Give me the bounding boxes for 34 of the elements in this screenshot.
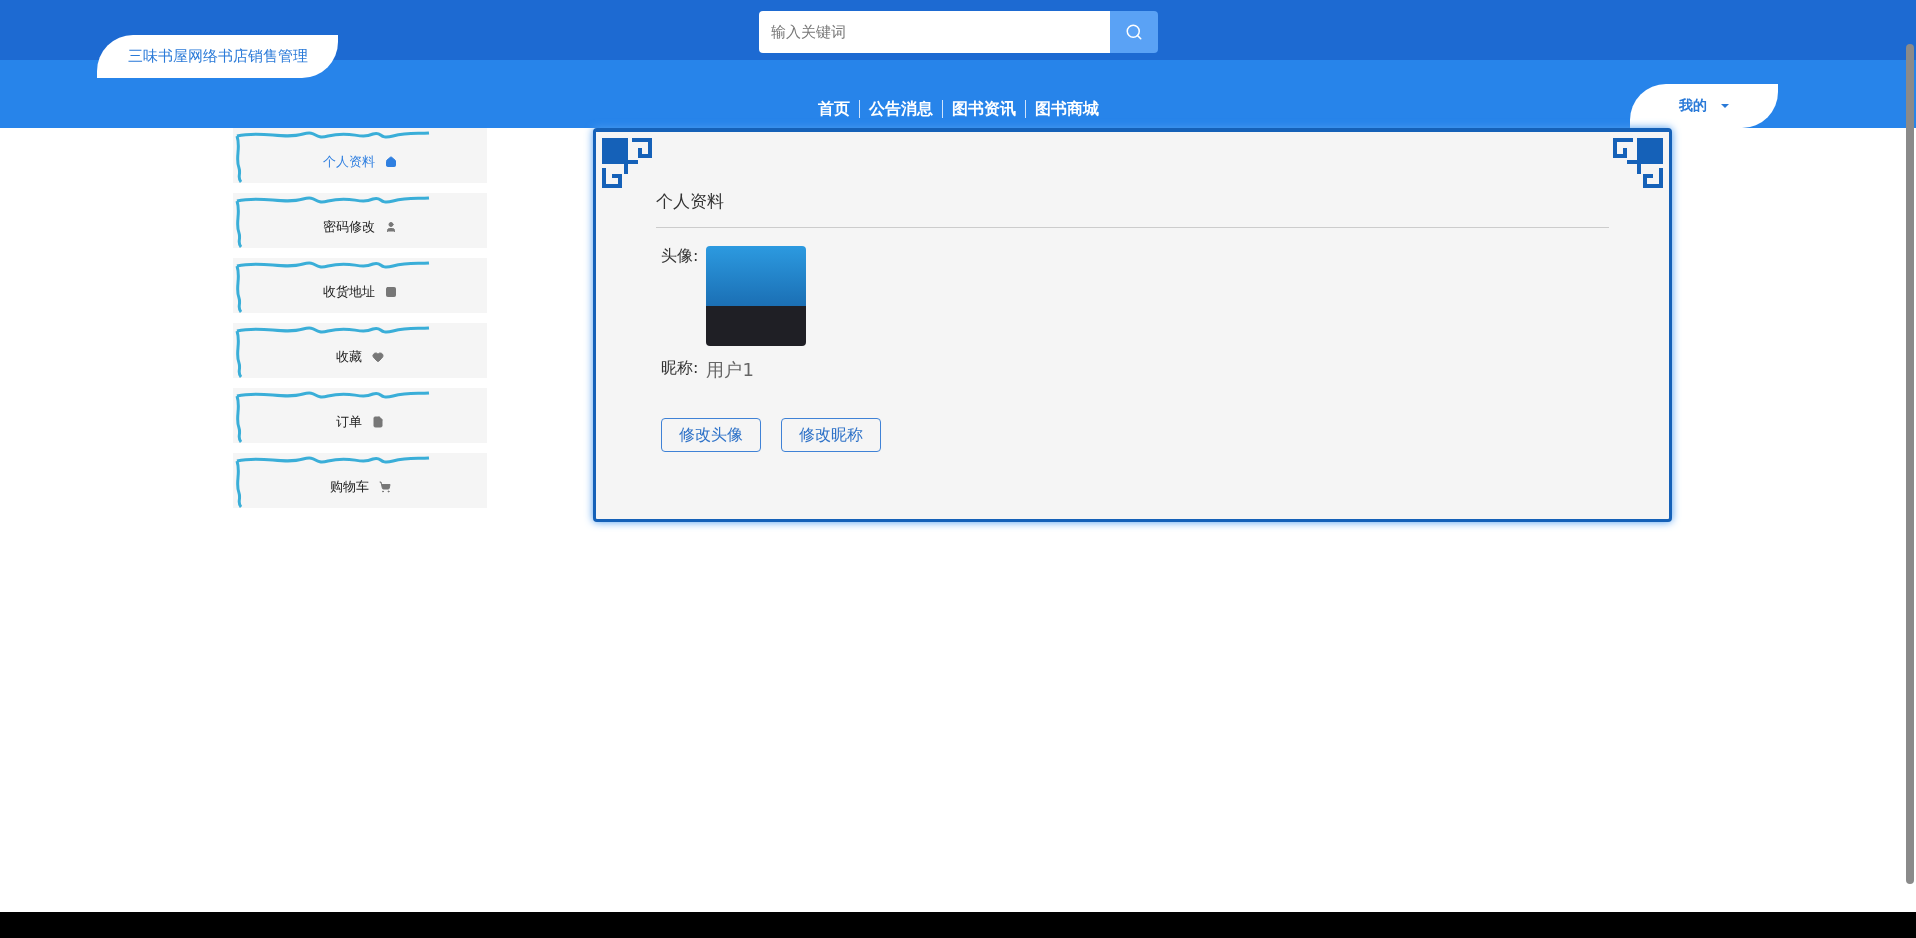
cart-icon	[378, 480, 391, 493]
search-field[interactable]: 输入关键词	[758, 11, 1110, 53]
sidebar-label: 收货地址	[323, 282, 375, 301]
home-icon	[385, 155, 397, 168]
site-title: 三味书屋网络书店销售管理	[97, 35, 338, 78]
nickname-label: 昵称:	[661, 358, 699, 379]
sidebar-item[interactable]: 个人资料	[233, 128, 487, 183]
nickname-value: 用户1	[706, 358, 754, 382]
edit-button[interactable]: 修改昵称	[781, 418, 881, 452]
nav-link[interactable]: 公告消息	[858, 100, 942, 118]
sidebar-label: 密码修改	[323, 217, 375, 236]
sidebar-item[interactable]: 收货地址	[233, 258, 487, 313]
search-button[interactable]	[1109, 11, 1158, 53]
user-menu-button[interactable]: 我的	[1630, 84, 1778, 128]
nav-link[interactable]: 图书商城	[1024, 100, 1108, 118]
nav-link[interactable]: 首页	[808, 100, 859, 118]
sidebar-item[interactable]: 收藏	[233, 323, 487, 378]
sidebar-label: 收藏	[336, 347, 362, 366]
person-icon	[385, 220, 397, 233]
sidebar-item[interactable]: 购物车	[233, 453, 487, 508]
sidebar-label: 购物车	[329, 477, 369, 496]
nav-link[interactable]: 图书资讯	[941, 100, 1025, 118]
heart-icon	[372, 350, 384, 363]
sidebar-label: 订单	[336, 412, 362, 431]
sidebar-item[interactable]: 密码修改	[233, 193, 487, 248]
search-icon	[1124, 23, 1143, 41]
edit-button[interactable]: 修改头像	[661, 418, 761, 452]
caret-icon	[1721, 104, 1729, 108]
sidebar-label: 个人资料	[323, 152, 375, 171]
scrollbar[interactable]	[1906, 44, 1914, 884]
avatar-label: 头像:	[661, 246, 699, 267]
section-title: 个人资料	[656, 190, 1609, 228]
document-icon	[372, 415, 384, 428]
sidebar-item[interactable]: 订单	[233, 388, 487, 443]
